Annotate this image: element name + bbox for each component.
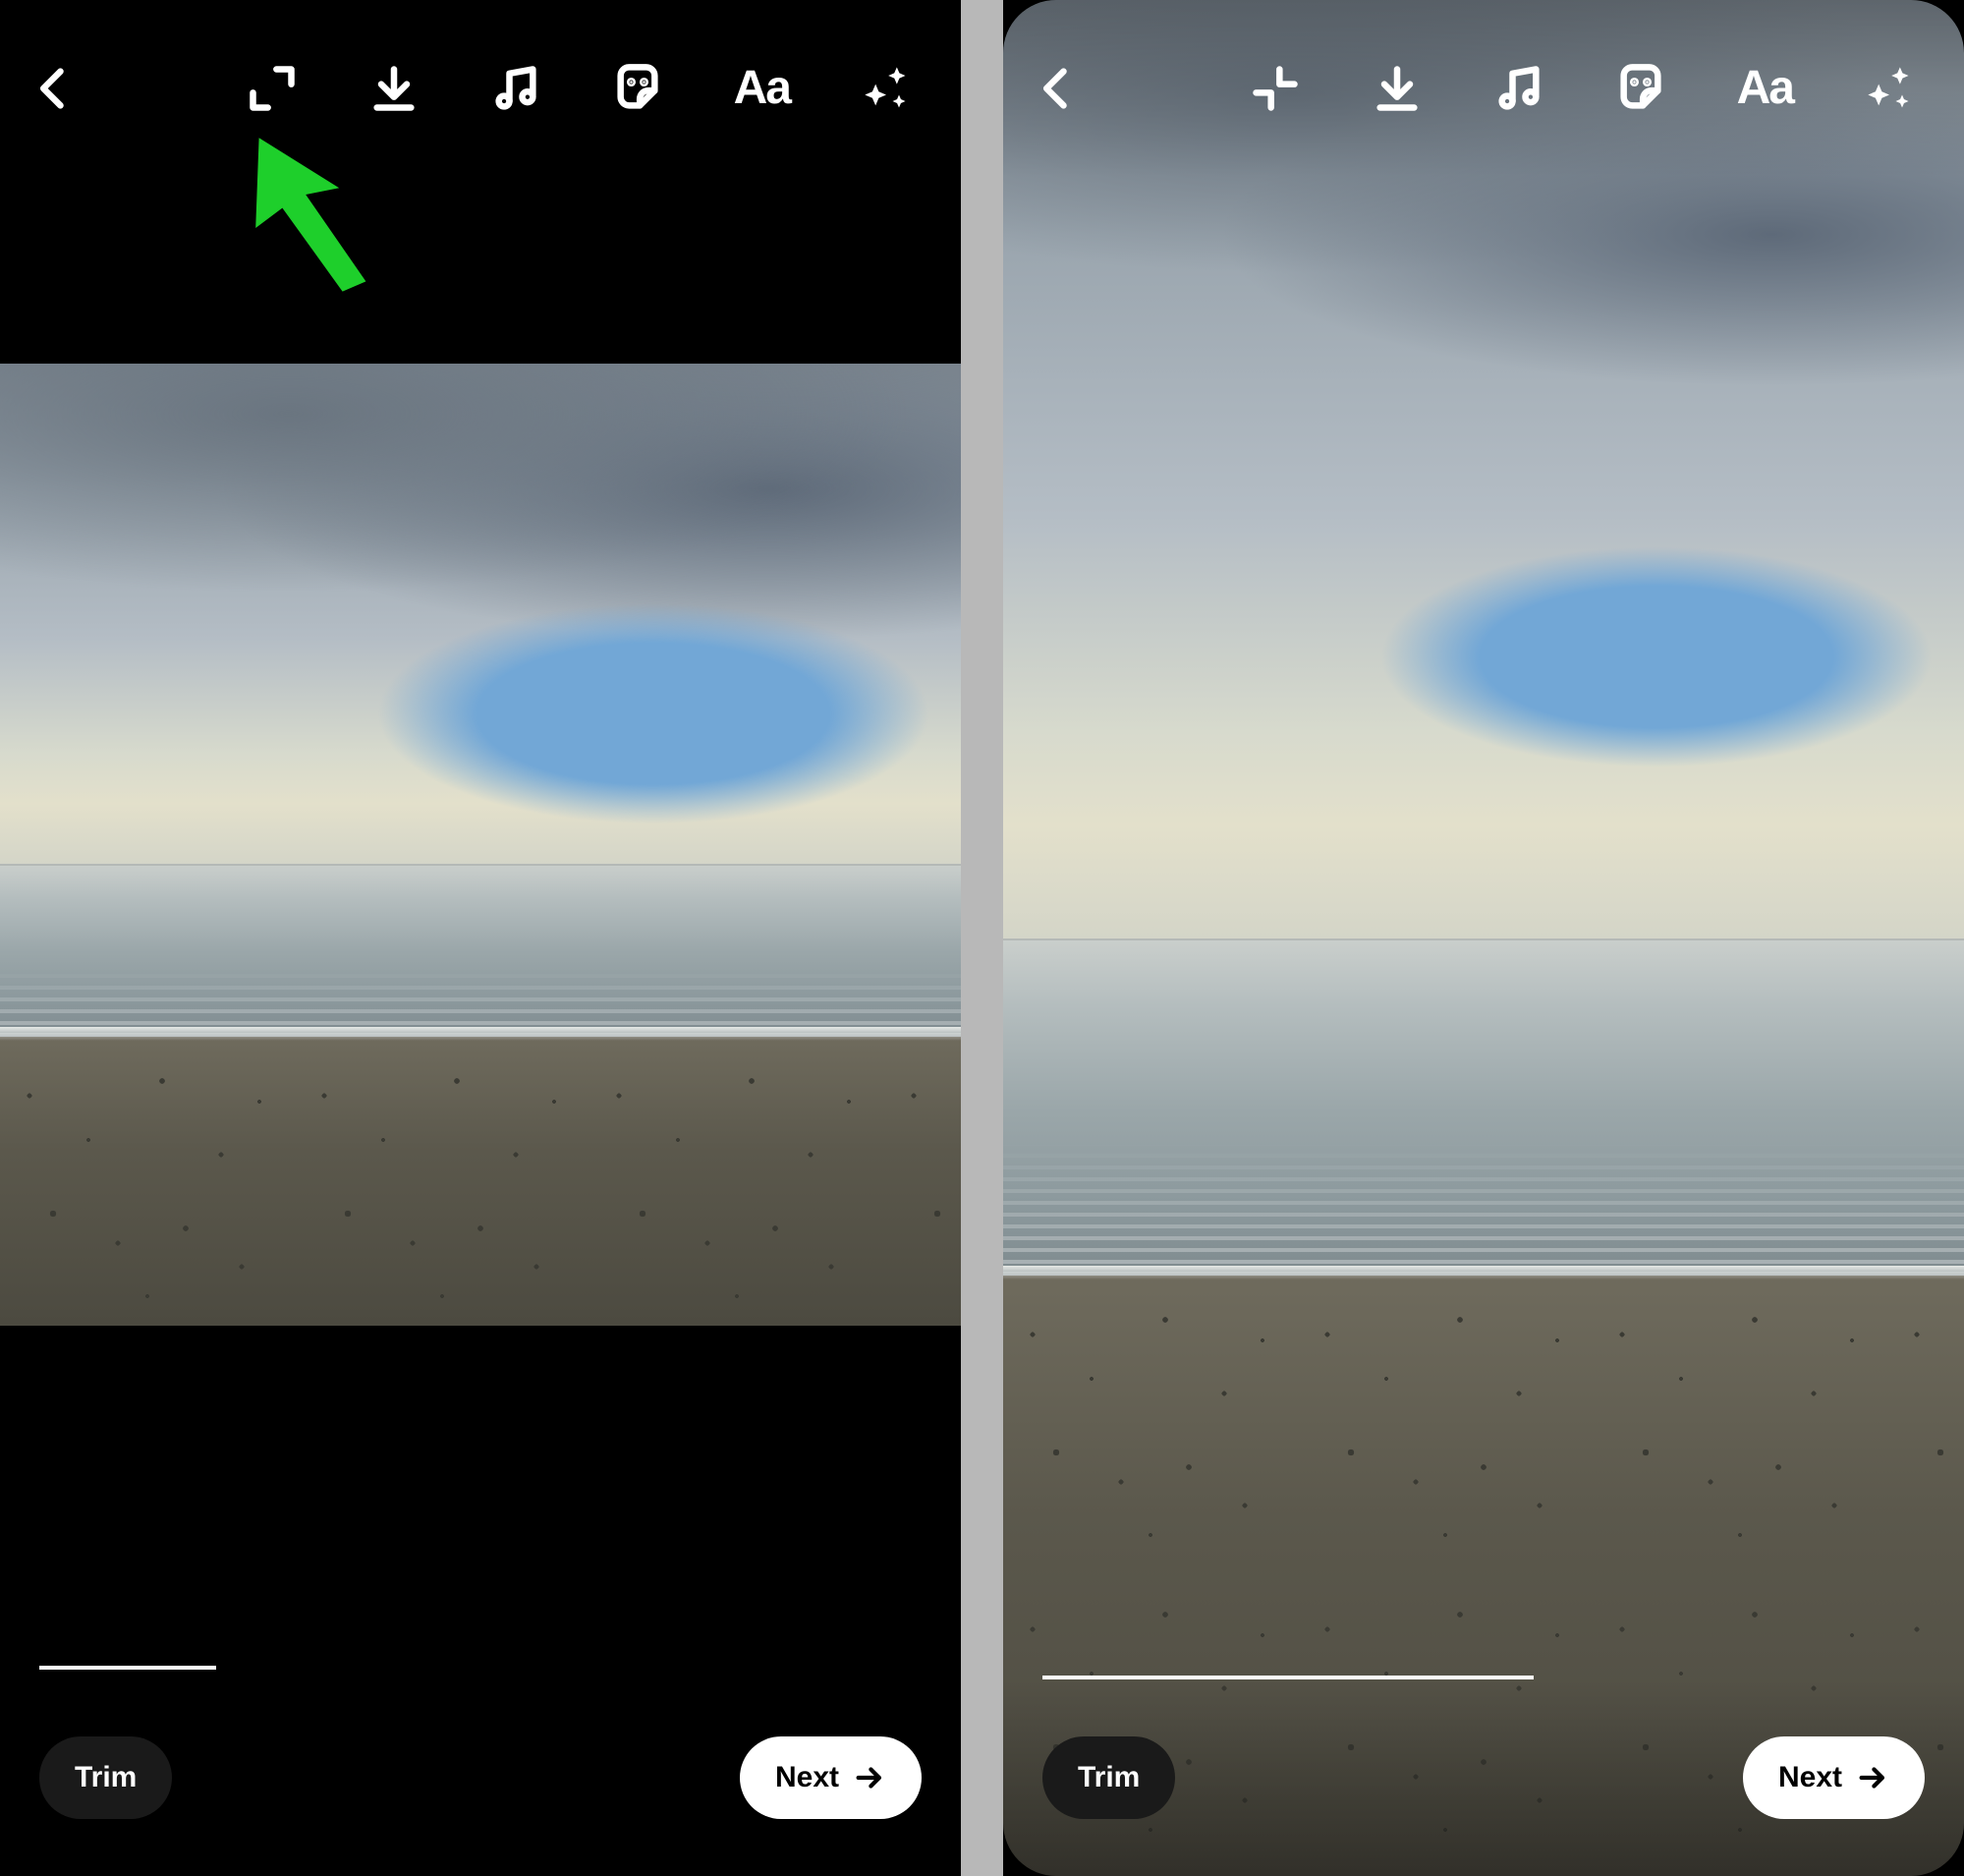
next-button[interactable]: Next	[1743, 1736, 1925, 1819]
back-button[interactable]	[1003, 63, 1111, 114]
effects-button[interactable]	[861, 63, 912, 114]
story-editor-fullbleed: Aa Trim Next	[1003, 0, 1964, 1876]
text-button[interactable]: Aa	[734, 65, 790, 112]
next-button-label: Next	[1778, 1761, 1842, 1794]
sparkle-icon	[861, 63, 912, 114]
crop-collapse-button[interactable]	[1250, 63, 1301, 114]
beach-video-frame	[0, 364, 961, 1326]
next-button-label: Next	[775, 1761, 839, 1794]
crop-expand-button[interactable]	[247, 63, 298, 114]
trim-button-label: Trim	[75, 1761, 137, 1794]
editor-topbar: Aa	[0, 0, 961, 177]
sparkle-icon	[1864, 63, 1915, 114]
editor-topbar: Aa	[1003, 0, 1964, 177]
trim-button[interactable]: Trim	[1042, 1736, 1175, 1819]
sticker-icon	[612, 63, 663, 114]
music-button[interactable]	[1493, 63, 1544, 114]
story-editor-letterboxed: Aa Trim Next	[0, 0, 961, 1876]
collapse-icon	[1250, 63, 1301, 114]
download-button[interactable]	[1372, 63, 1423, 114]
music-button[interactable]	[490, 63, 541, 114]
back-button[interactable]	[0, 63, 108, 114]
text-icon: Aa	[734, 65, 790, 112]
video-progress-bar[interactable]	[39, 1666, 216, 1670]
download-icon	[368, 63, 420, 114]
trim-button-label: Trim	[1078, 1761, 1140, 1794]
chevron-left-icon	[1032, 63, 1083, 114]
editor-bottombar: Trim Next	[1003, 1679, 1964, 1876]
text-button[interactable]: Aa	[1737, 65, 1793, 112]
next-button[interactable]: Next	[740, 1736, 922, 1819]
expand-icon	[247, 63, 298, 114]
music-icon	[1493, 63, 1544, 114]
arrow-right-icon	[1856, 1761, 1889, 1794]
media-preview[interactable]	[1003, 0, 1964, 1876]
sticker-icon	[1615, 63, 1666, 114]
arrow-right-icon	[853, 1761, 886, 1794]
sticker-button[interactable]	[1615, 63, 1666, 114]
media-preview[interactable]	[0, 364, 961, 1326]
download-icon	[1372, 63, 1423, 114]
sticker-button[interactable]	[612, 63, 663, 114]
chevron-left-icon	[28, 63, 80, 114]
music-icon	[490, 63, 541, 114]
effects-button[interactable]	[1864, 63, 1915, 114]
trim-button[interactable]: Trim	[39, 1736, 172, 1819]
download-button[interactable]	[368, 63, 420, 114]
beach-video-frame	[1003, 0, 1964, 1876]
text-icon: Aa	[1737, 65, 1793, 112]
editor-bottombar: Trim Next	[0, 1679, 961, 1876]
